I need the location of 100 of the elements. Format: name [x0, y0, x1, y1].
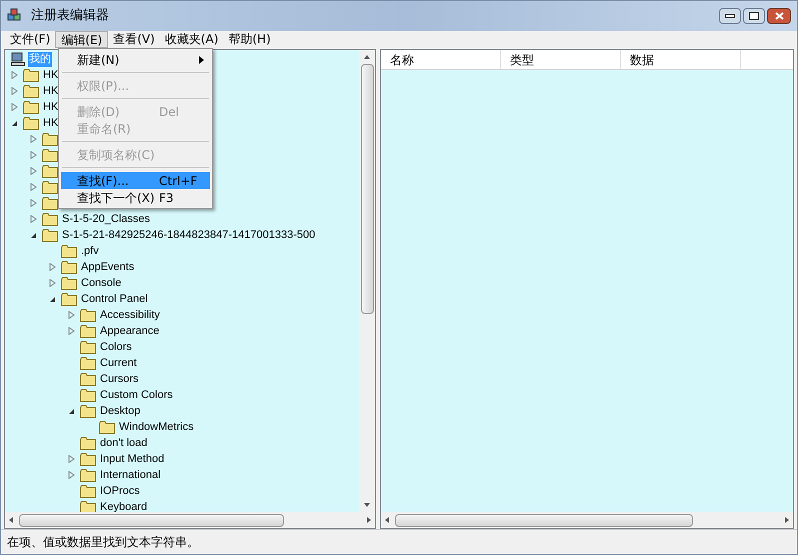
tree-item[interactable]: WindowMetrics — [118, 420, 195, 434]
folder-icon — [23, 116, 39, 130]
menu-option[interactable]: 新建(N) — [61, 51, 210, 68]
left-arrow-icon[interactable] — [383, 516, 391, 524]
minimize-button[interactable] — [719, 8, 741, 24]
collapse-arrow-icon[interactable] — [68, 408, 75, 414]
menu-option[interactable]: 查找(F)... Ctrl+F — [61, 172, 210, 189]
folder-icon — [42, 228, 58, 242]
expand-arrow-icon[interactable] — [30, 151, 37, 159]
expand-arrow-icon[interactable] — [68, 327, 75, 335]
expand-arrow-icon[interactable] — [11, 103, 18, 111]
maximize-icon — [749, 12, 759, 20]
expand-arrow-icon[interactable] — [11, 71, 18, 79]
scrollbar-thumb[interactable] — [360, 64, 374, 314]
folder-icon — [80, 308, 96, 322]
left-arrow-icon[interactable] — [7, 516, 15, 524]
scrollbar-thumb[interactable] — [19, 514, 284, 526]
folder-icon — [80, 452, 96, 466]
tree-item[interactable]: HK — [42, 116, 60, 130]
tree-item[interactable]: .pfv — [80, 244, 100, 258]
down-arrow-icon[interactable] — [363, 501, 371, 509]
maximize-button[interactable] — [743, 8, 765, 24]
folder-icon — [80, 468, 96, 482]
menu-item[interactable]: 帮助(H) — [223, 31, 276, 48]
menu-item[interactable]: 收藏夹(A) — [160, 31, 224, 48]
tree-item[interactable]: Control Panel — [80, 292, 149, 306]
tree-item[interactable]: HK — [42, 84, 60, 98]
collapse-arrow-icon[interactable] — [11, 120, 18, 126]
expand-arrow-icon[interactable] — [30, 183, 37, 191]
folder-icon — [61, 244, 77, 258]
tree-item[interactable]: HK — [42, 100, 60, 114]
tree-item[interactable]: IOProcs — [99, 484, 141, 498]
menu-item[interactable]: 查看(V) — [108, 31, 160, 48]
folder-icon — [23, 84, 39, 98]
scrollbar-thumb[interactable] — [395, 514, 694, 526]
horizontal-scrollbar[interactable] — [381, 512, 793, 528]
column-header[interactable]: 数据 — [621, 50, 741, 69]
expand-arrow-icon[interactable] — [30, 199, 37, 207]
expand-arrow-icon[interactable] — [30, 167, 37, 175]
tree-item[interactable]: Cursors — [99, 372, 140, 386]
folder-icon — [80, 340, 96, 354]
folder-icon — [80, 404, 96, 418]
expand-arrow-icon[interactable] — [30, 215, 37, 223]
tree-item[interactable]: Keyboard — [99, 500, 148, 512]
tree-item[interactable]: S-1-5-21-842925246-1844823847-1417001333-500 — [61, 228, 316, 242]
folder-icon — [42, 196, 58, 210]
folder-icon — [99, 420, 115, 434]
collapse-arrow-icon[interactable] — [30, 232, 37, 238]
tree-item[interactable]: Colors — [99, 340, 133, 354]
menu-item[interactable]: 文件(F) — [5, 31, 56, 48]
column-header[interactable]: 类型 — [501, 50, 621, 69]
folder-icon — [61, 292, 77, 306]
tree-item[interactable]: Appearance — [99, 324, 160, 338]
expand-arrow-icon[interactable] — [11, 87, 18, 95]
folder-icon — [80, 324, 96, 338]
folder-icon — [42, 212, 58, 226]
tree-item[interactable]: Input Method — [99, 452, 166, 466]
tree-item[interactable]: Accessibility — [99, 308, 161, 322]
tree-item[interactable]: Custom Colors — [99, 388, 174, 402]
menu-item[interactable]: 编辑(E) — [55, 31, 108, 48]
vertical-scrollbar[interactable] — [359, 50, 375, 512]
folder-icon — [80, 388, 96, 402]
folder-icon — [80, 372, 96, 386]
folder-icon — [42, 132, 58, 146]
close-icon — [774, 12, 784, 20]
tree-item[interactable]: Current — [99, 356, 138, 370]
tree-item[interactable]: Desktop — [99, 404, 142, 418]
right-arrow-icon[interactable] — [365, 516, 373, 524]
tree-item[interactable]: AppEvents — [80, 260, 136, 274]
collapse-arrow-icon[interactable] — [49, 296, 56, 302]
close-button[interactable] — [767, 8, 791, 24]
folder-icon — [80, 500, 96, 512]
folder-icon — [80, 356, 96, 370]
folder-icon — [42, 164, 58, 178]
window-title: 注册表编辑器 — [31, 7, 109, 26]
minimize-icon — [725, 14, 735, 18]
right-arrow-icon[interactable] — [783, 516, 791, 524]
folder-icon — [23, 100, 39, 114]
folder-icon — [80, 484, 96, 498]
tree-item[interactable]: International — [99, 468, 162, 482]
folder-icon — [42, 180, 58, 194]
folder-icon — [42, 148, 58, 162]
computer-icon — [11, 52, 25, 66]
up-arrow-icon[interactable] — [363, 53, 371, 61]
expand-arrow-icon[interactable] — [68, 471, 75, 479]
tree-item[interactable]: S-1-5-20_Classes — [61, 212, 152, 226]
expand-arrow-icon[interactable] — [68, 311, 75, 319]
expand-arrow-icon[interactable] — [49, 279, 56, 287]
tree-item[interactable]: HK — [42, 68, 60, 82]
horizontal-scrollbar[interactable] — [5, 512, 375, 528]
folder-icon — [61, 260, 77, 274]
expand-arrow-icon[interactable] — [49, 263, 56, 271]
tree-item[interactable]: don't load — [99, 436, 148, 450]
menu-option[interactable]: 查找下一个(X) F3 — [61, 189, 210, 206]
expand-arrow-icon[interactable] — [30, 135, 37, 143]
expand-arrow-icon[interactable] — [68, 455, 75, 463]
folder-icon — [23, 68, 39, 82]
folder-icon — [61, 276, 77, 290]
column-header[interactable]: 名称 — [381, 50, 501, 69]
tree-item[interactable]: Console — [80, 276, 122, 290]
